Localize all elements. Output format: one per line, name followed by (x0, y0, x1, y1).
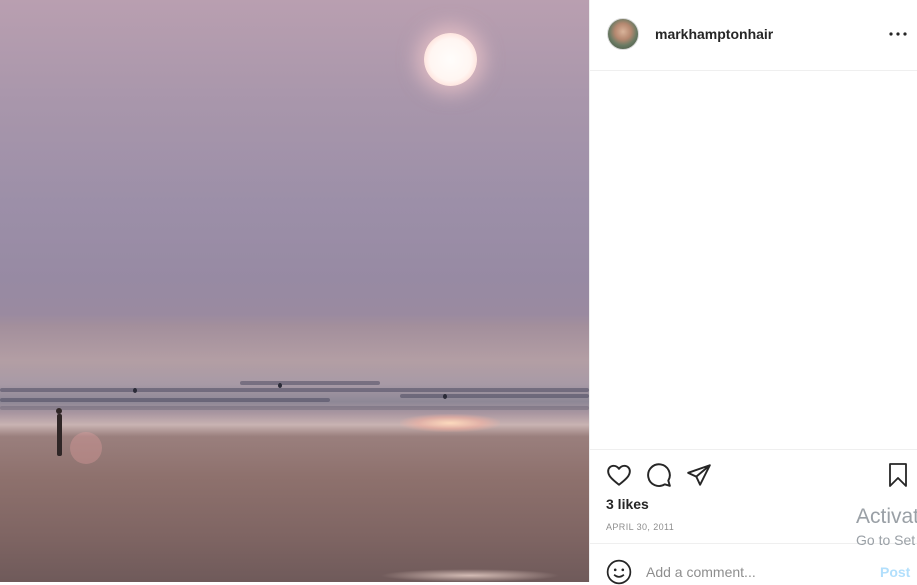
swimmer (443, 394, 447, 399)
username-link[interactable]: markhamptonhair (655, 26, 773, 42)
likes-count[interactable]: 3 likes (606, 496, 649, 512)
comment-box: Add a comment... Post (590, 543, 917, 585)
post-header: markhamptonhair (590, 0, 917, 71)
user-avatar[interactable] (607, 18, 639, 50)
post-date[interactable]: APRIL 30, 2011 (606, 522, 674, 532)
comment-input[interactable]: Add a comment... (646, 564, 756, 580)
wave-line (240, 381, 380, 385)
wave-line (0, 398, 330, 402)
comment-bubble-icon[interactable] (646, 462, 672, 488)
more-options-icon[interactable] (886, 24, 910, 44)
foam (380, 569, 560, 582)
post-comment-button[interactable]: Post (880, 564, 910, 580)
swimmer (278, 383, 282, 388)
swimmer (133, 388, 137, 393)
wave-line (0, 388, 589, 392)
activation-watermark-subtitle: Go to Set (856, 532, 916, 548)
sun-reflection (400, 414, 500, 432)
post-photo[interactable] (0, 0, 589, 582)
post-side-panel: markhamptonhair 3 likes APRIL 30, 2011 A… (589, 0, 917, 585)
person-silhouette (55, 408, 63, 456)
smiley-icon[interactable] (606, 559, 632, 585)
activation-watermark-title: Activat (856, 505, 917, 528)
lens-flare (70, 432, 102, 464)
paper-plane-icon[interactable] (686, 462, 712, 488)
wave-line (400, 394, 589, 398)
wave-line (0, 406, 589, 410)
bookmark-icon[interactable] (886, 462, 910, 488)
sun (424, 33, 477, 86)
heart-icon[interactable] (606, 462, 632, 488)
